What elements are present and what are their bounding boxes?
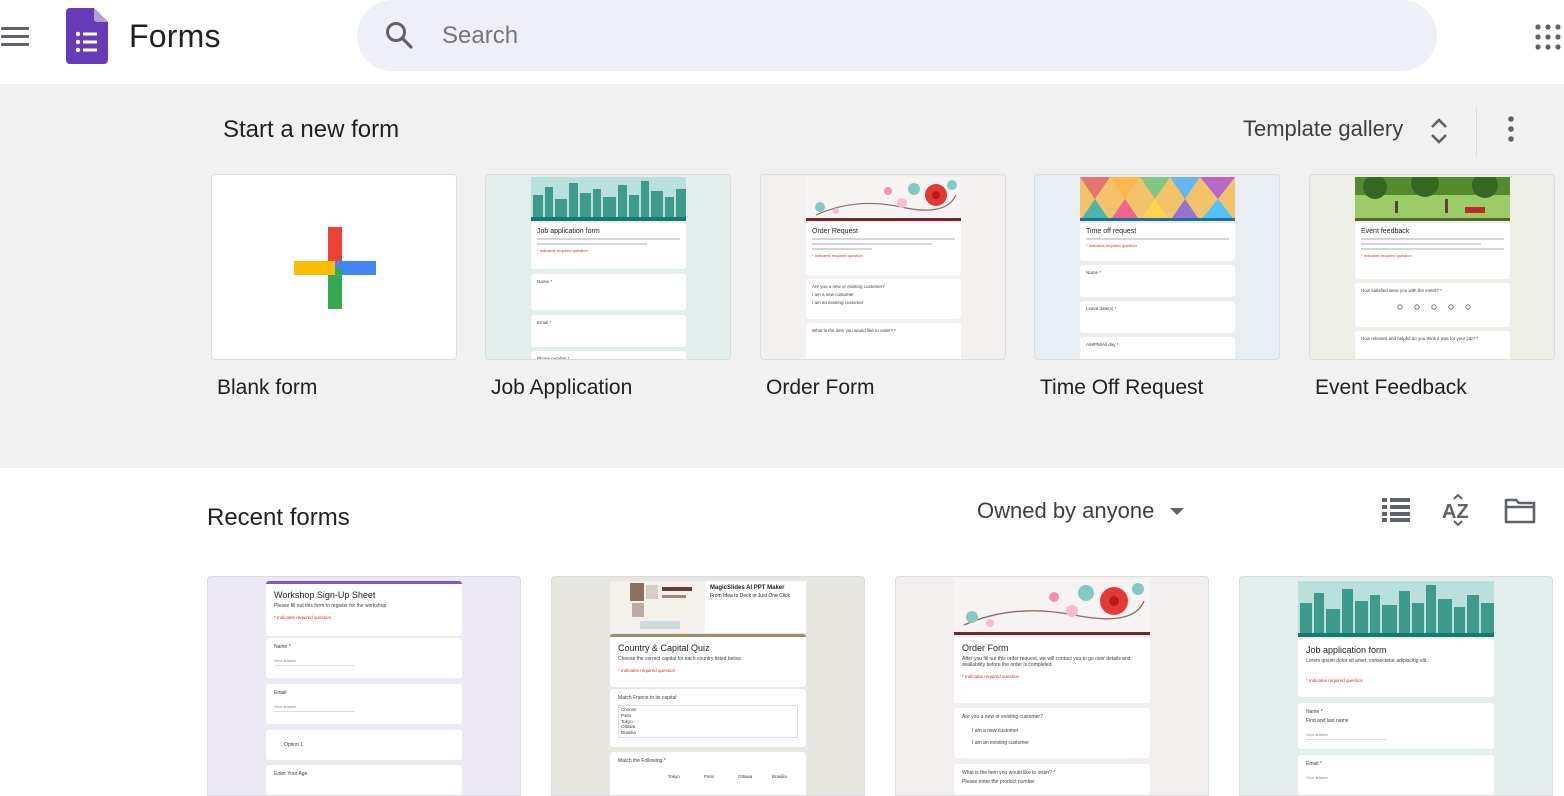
template-label[interactable]: Time Off Request [1040, 376, 1203, 400]
template-event-feedback[interactable]: Event feedback * Indicates required ques… [1309, 174, 1555, 360]
recent-forms-heading: Recent forms [207, 504, 350, 531]
form-title: Workshop Sign-Up Sheet [274, 590, 376, 600]
form-description: After you fill out this order request, w… [962, 656, 1131, 668]
recent-form-card[interactable]: Job application form Lorem ipsum dolor s… [1239, 576, 1553, 796]
answer-placeholder: Your answer [1306, 732, 1329, 737]
toolbar-divider [1476, 108, 1477, 156]
app-title[interactable]: Forms [129, 18, 221, 55]
choice-box: Choose Paris Tokyo Ottawa Brasilia [618, 705, 798, 738]
preview-field: Name * [1086, 270, 1102, 275]
question-label: Name * [274, 644, 291, 650]
question-label: Are you a new or existing customer? [962, 714, 1043, 720]
question-label: Email [274, 690, 287, 696]
required-note: * Indicates required question [618, 668, 676, 673]
recent-form-card[interactable]: MagicSlides AI PPT Maker From Idea to De… [551, 576, 865, 796]
unfold-more-icon[interactable] [1428, 116, 1450, 146]
list-view-icon[interactable] [1382, 498, 1410, 522]
template-job-application[interactable]: Job application form * Indicates require… [485, 174, 731, 360]
template-gallery-button[interactable]: Template gallery [1243, 116, 1403, 142]
form-description: Lorem ipsum dolor sit amet, consectetur … [1306, 658, 1428, 664]
template-label[interactable]: Blank form [217, 376, 317, 400]
question-help: First and last name [1306, 718, 1349, 724]
question-label: What is the item you would like to order… [962, 770, 1056, 776]
folder-icon[interactable] [1504, 498, 1536, 524]
park-banner-image [1355, 177, 1510, 221]
quiz-banner-image [610, 581, 705, 633]
question-label: Email * [1306, 761, 1322, 767]
option-label: I am a new customer [972, 728, 1019, 734]
answer-placeholder: Your answer [274, 658, 297, 663]
sort-az-icon[interactable]: AZ [1442, 494, 1474, 526]
template-order-form[interactable]: Order Request * Indicates required quest… [760, 174, 1006, 360]
google-apps-icon[interactable] [1535, 24, 1561, 50]
preview-field: Phone number * [537, 356, 570, 360]
mosaic-banner-image [1080, 177, 1235, 221]
start-new-form-heading: Start a new form [223, 116, 400, 143]
forms-logo-icon[interactable] [66, 8, 108, 64]
form-description: Please fill out this form to register fo… [274, 603, 387, 609]
preview-field: Leave date(s) * [1086, 306, 1117, 311]
template-label[interactable]: Order Form [766, 376, 875, 400]
svg-text:AZ: AZ [1442, 501, 1469, 523]
choice-option: Brasilia [621, 730, 636, 736]
form-title: Country & Capital Quiz [618, 643, 710, 653]
recent-form-card[interactable]: Workshop Sign-Up Sheet Please fill out t… [207, 576, 521, 796]
form-description: Choose the correct capital for each coun… [618, 656, 741, 662]
preview-field: How satisfied were you with the event? * [1361, 288, 1442, 293]
form-title: Job application form [1306, 645, 1387, 655]
template-time-off-request[interactable]: Time off request * Indicates required qu… [1034, 174, 1280, 360]
required-note: * Indicates required question [274, 615, 332, 620]
main-menu-icon[interactable] [0, 22, 30, 52]
option-label: Option 1 [284, 742, 303, 748]
question-label: Enter Your Age [274, 771, 308, 777]
banner-title: MagicSlides AI PPT Maker [710, 585, 785, 591]
preview-field: How relevant and helpful do you think it… [1361, 336, 1479, 341]
rating-scale [1397, 304, 1471, 310]
banner-subtitle: From Idea to Deck in Just One Click [710, 593, 791, 599]
template-label[interactable]: Event Feedback [1315, 376, 1467, 400]
floral-banner-image [806, 177, 961, 221]
required-note: * Indicates required question [1306, 678, 1364, 683]
grid-column: Brasilia [772, 774, 787, 779]
form-title: Order Form [962, 643, 1009, 653]
preview-title: Time off request [1086, 228, 1137, 235]
dropdown-arrow-icon[interactable] [1170, 508, 1184, 515]
grid-column: Tokyo [668, 774, 680, 779]
preview-field: AM/PM/All day * [1086, 342, 1119, 347]
question-help: Please enter the product number [962, 779, 1035, 785]
question-label: Match the Following * [618, 758, 666, 764]
answer-placeholder: Your answer [1306, 775, 1329, 780]
answer-placeholder: Your answer [274, 704, 297, 709]
city-banner-image [1298, 581, 1494, 637]
preview-title: Event feedback [1361, 228, 1410, 235]
grid-column: Ottawa [738, 774, 753, 779]
city-banner-image [531, 177, 686, 221]
preview-title: Job application form [537, 228, 600, 235]
recent-form-card[interactable]: Order Form After you fill out this order… [895, 576, 1209, 796]
preview-field: Are you a new or existing customer? [812, 284, 885, 289]
question-label: Name * [1306, 709, 1323, 715]
template-label[interactable]: Job Application [491, 376, 632, 400]
preview-field: I am a new customer [812, 292, 854, 297]
preview-field: What is the item you would like to order… [812, 328, 897, 333]
preview-field: I am an existing customer [812, 300, 864, 305]
more-options-icon[interactable] [1502, 114, 1520, 146]
owner-filter-dropdown[interactable]: Owned by anyone [977, 498, 1154, 524]
preview-field: Name * [537, 279, 553, 284]
search-input[interactable] [442, 18, 1342, 54]
question-label: Match France to its capital [618, 695, 677, 701]
preview-field: Email * [537, 320, 552, 325]
required-note: * Indicates required question [962, 674, 1020, 679]
search-icon[interactable] [385, 21, 413, 49]
template-blank-form[interactable] [211, 174, 457, 360]
top-app-bar: Forms [0, 0, 1564, 84]
floral-banner-image [954, 579, 1150, 635]
option-label: I am an existing customer [972, 740, 1029, 746]
preview-title: Order Request [812, 228, 858, 235]
plus-icon [294, 227, 376, 309]
grid-column: Paris [704, 774, 715, 779]
